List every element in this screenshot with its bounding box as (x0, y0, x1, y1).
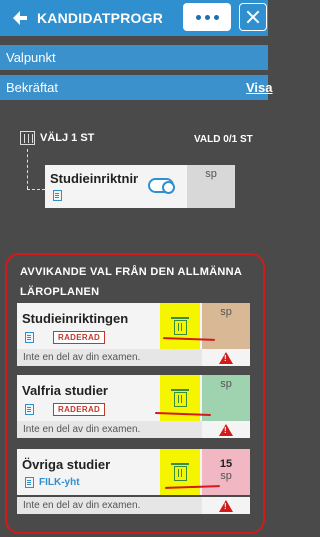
warning-row: Inte en del av din examen. (17, 421, 202, 438)
choose-count: VÄLJ 1 ST (20, 131, 94, 145)
warning-row: Inte en del av din examen. (17, 497, 202, 514)
show-link[interactable]: Visa (246, 80, 273, 95)
course-name: Valfria studier (22, 383, 108, 398)
credits-value: 15 (219, 458, 233, 470)
section-title: AVVIKANDE VAL FRÅN DEN ALLMÄNNA LÄROPLAN… (20, 266, 242, 298)
warning-symbol: ! (224, 425, 227, 435)
list-item[interactable]: Studieinriktingen RADERAD sp (17, 303, 250, 349)
credits-unit: sp (220, 470, 232, 482)
course-name: Studieinriktingen (22, 311, 129, 326)
choose-label: VÄLJ 1 ST (40, 132, 95, 144)
ellipsis-icon-dot (204, 14, 210, 20)
more-options-button[interactable] (183, 3, 231, 31)
deleted-badge: RADERAD (53, 331, 106, 344)
sliders-icon (20, 131, 35, 145)
course-card[interactable]: Studieinriktning sp (45, 165, 235, 208)
delete-button[interactable] (160, 303, 200, 349)
trash-icon (170, 463, 189, 481)
document-icon (25, 332, 34, 343)
credits-unit: sp (220, 378, 232, 390)
app-logo-icon (9, 7, 31, 29)
selected-count: VALD 0/1 ST (194, 134, 253, 145)
nav-checkpoint-label: Valpunkt (6, 50, 56, 65)
nav-confirmed-label: Bekräftat (6, 80, 59, 95)
warning-symbol: ! (224, 353, 227, 363)
warning-box: ! (202, 349, 250, 366)
warning-icon: ! (219, 423, 233, 436)
list-item[interactable]: Övriga studier FILK-yht 15 sp (17, 449, 250, 495)
document-icon (53, 190, 62, 201)
deleted-badge: RADERAD (53, 403, 106, 416)
warning-note: Inte en del av din examen. (23, 352, 141, 363)
nav-confirmed[interactable]: Bekräftat Visa (0, 75, 273, 100)
credits-box: sp (202, 303, 250, 349)
course-code-link[interactable]: FILK-yht (39, 477, 80, 488)
warning-box: ! (202, 497, 250, 514)
credits-box: sp (187, 165, 235, 208)
warning-note: Inte en del av din examen. (23, 424, 141, 435)
ellipsis-icon (195, 14, 201, 20)
warning-box: ! (202, 421, 250, 438)
trash-icon (170, 317, 189, 335)
document-icon (25, 477, 34, 488)
list-item[interactable]: Valfria studier RADERAD sp (17, 375, 250, 421)
credits-unit: sp (220, 306, 232, 318)
ellipsis-icon-dot (213, 14, 219, 20)
toggle-switch[interactable] (148, 178, 175, 194)
warning-icon: ! (219, 499, 233, 512)
warning-symbol: ! (224, 501, 227, 511)
close-button[interactable] (239, 3, 267, 31)
course-name: Studieinriktning (50, 171, 138, 186)
page-title: KANDIDATPROGRAMMET (37, 10, 162, 26)
warning-note: Inte en del av din examen. (23, 500, 141, 511)
tree-connector (27, 189, 45, 190)
credits-unit: sp (205, 168, 217, 180)
tree-connector (27, 149, 28, 189)
nav-checkpoint[interactable]: Valpunkt (0, 45, 268, 70)
warning-row: Inte en del av din examen. (17, 349, 202, 366)
header-bar: KANDIDATPROGRAMMET (0, 0, 268, 36)
trash-icon (170, 389, 189, 407)
course-name: Övriga studier (22, 457, 111, 472)
warning-icon: ! (219, 351, 233, 364)
document-icon (25, 404, 34, 415)
credits-box: 15 sp (202, 449, 250, 495)
